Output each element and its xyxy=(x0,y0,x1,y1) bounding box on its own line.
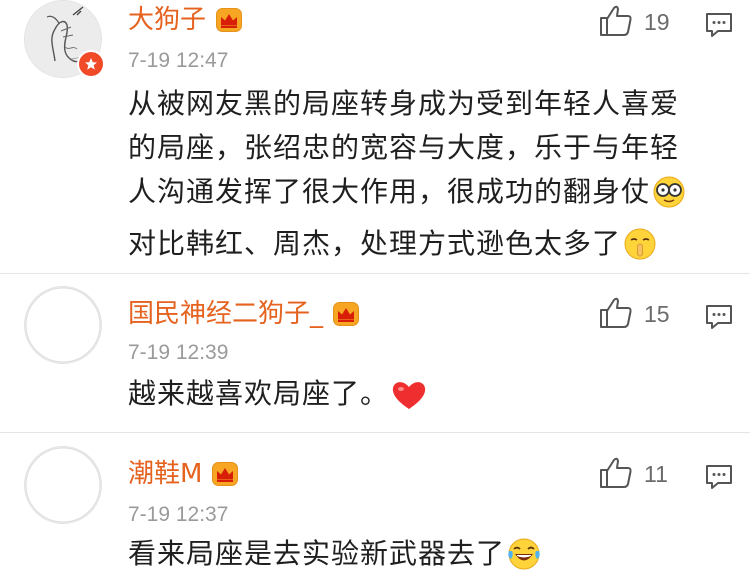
reply-button[interactable] xyxy=(704,10,734,40)
divider xyxy=(0,273,750,274)
timestamp: 7-19 12:47 xyxy=(128,49,229,72)
default-avatar-icon xyxy=(25,287,101,363)
comment-line: 对比韩红、周杰，处理方式逊色太多了 xyxy=(128,222,688,274)
timestamp: 7-19 12:39 xyxy=(128,341,229,364)
heart-emoji xyxy=(391,379,427,424)
avatar[interactable] xyxy=(24,446,102,524)
comment-line: 看来局座是去实验新武器去了 xyxy=(128,532,688,584)
default-avatar-icon xyxy=(25,447,101,523)
comment-text: 越来越喜欢局座了。 xyxy=(128,372,688,424)
verified-badge-icon xyxy=(77,50,105,78)
reply-button[interactable] xyxy=(704,462,734,492)
comment-bubble-icon xyxy=(706,13,732,37)
reply-button[interactable] xyxy=(704,302,734,332)
comment-line: 的局座，张绍忠的宽容与大度，乐于与年轻 xyxy=(128,131,680,164)
like-count: 11 xyxy=(644,461,668,487)
comment-bubble-icon xyxy=(706,305,732,329)
avatar[interactable] xyxy=(24,286,102,364)
username-text[interactable]: 国民神经二狗子_ xyxy=(128,299,323,329)
thumbs-up-icon xyxy=(600,297,632,328)
like-button[interactable] xyxy=(598,296,638,332)
nerd-glasses-emoji xyxy=(652,175,686,222)
vip-crown-icon xyxy=(333,302,360,334)
comment-text: 看来局座是去实验新武器去了 xyxy=(128,532,688,584)
like-count: 15 xyxy=(644,301,670,327)
username-text[interactable]: 潮鞋M xyxy=(128,459,202,489)
timestamp: 7-19 12:37 xyxy=(128,503,229,526)
vip-crown-icon xyxy=(212,462,239,494)
vip-crown-icon xyxy=(216,8,243,40)
username[interactable]: 国民神经二狗子_ xyxy=(128,298,360,334)
comment-text: 从被网友黑的局座转身成为受到年轻人喜爱 的局座，张绍忠的宽容与大度，乐于与年轻 … xyxy=(128,82,688,274)
comment-line: 从被网友黑的局座转身成为受到年轻人喜爱 xyxy=(128,87,680,120)
laughing-tears-emoji xyxy=(507,537,541,584)
thumbs-up-icon xyxy=(600,457,632,488)
username-text[interactable]: 大狗子 xyxy=(128,5,206,35)
comment-line: 越来越喜欢局座了。 xyxy=(128,372,688,424)
username[interactable]: 潮鞋M xyxy=(128,458,239,494)
like-button[interactable] xyxy=(598,4,638,40)
thumbs-up-icon xyxy=(600,5,632,36)
divider xyxy=(0,432,750,433)
username[interactable]: 大狗子 xyxy=(128,4,243,40)
like-button[interactable] xyxy=(598,456,638,492)
like-count: 19 xyxy=(644,9,670,35)
shush-emoji xyxy=(623,227,657,274)
comment-line: 人沟通发挥了很大作用，很成功的翻身仗 xyxy=(128,170,688,222)
comment-bubble-icon xyxy=(706,465,732,489)
